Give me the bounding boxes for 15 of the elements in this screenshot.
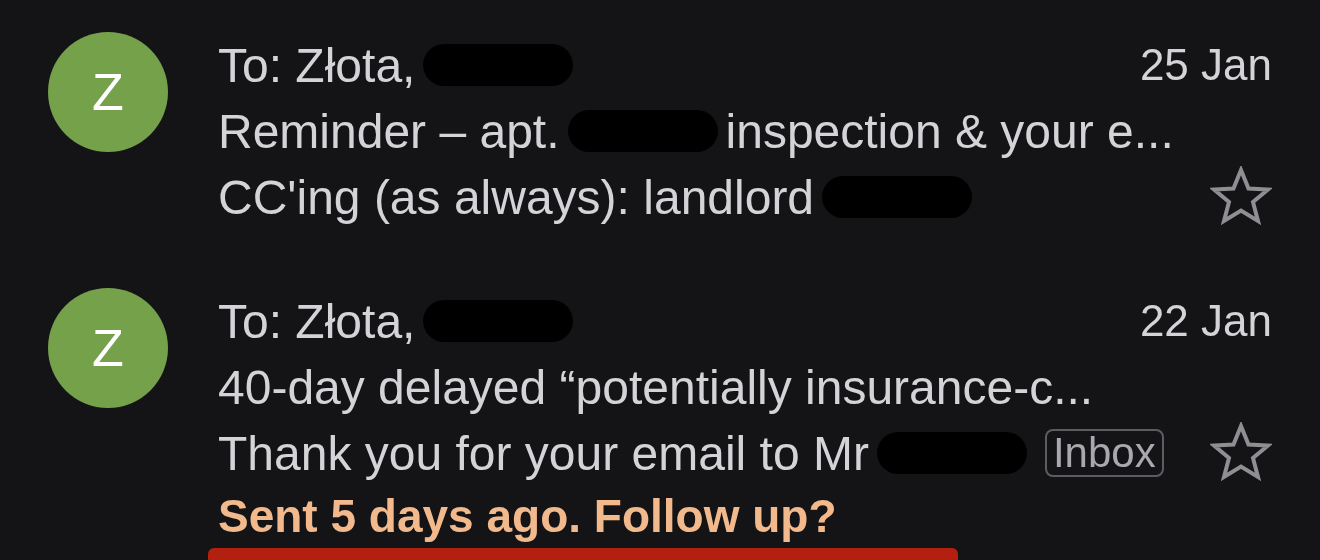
- email-text: 40-day delayed “potentially insurance-c...: [218, 359, 1094, 415]
- inbox-label: Inbox: [1044, 429, 1164, 477]
- email-text: To: Złota,: [218, 37, 416, 93]
- email-text: CC'ing (as always): landlord: [218, 169, 815, 225]
- star-icon[interactable]: [1210, 166, 1272, 228]
- star-icon[interactable]: [1210, 422, 1272, 484]
- avatar: Z: [48, 32, 168, 152]
- email-text: Reminder – apt.: [218, 103, 560, 159]
- email-text: inspection & your e...: [725, 103, 1174, 159]
- email-text: To: Złota,: [218, 293, 416, 349]
- avatar: Z: [48, 288, 168, 408]
- email-date: 25 Jan: [1139, 40, 1272, 90]
- email-date: 22 Jan: [1139, 296, 1272, 346]
- follow-up-nudge[interactable]: Sent 5 days ago. Follow up?: [218, 486, 1272, 546]
- email-text: Thank you for your email to Mr: [218, 425, 869, 481]
